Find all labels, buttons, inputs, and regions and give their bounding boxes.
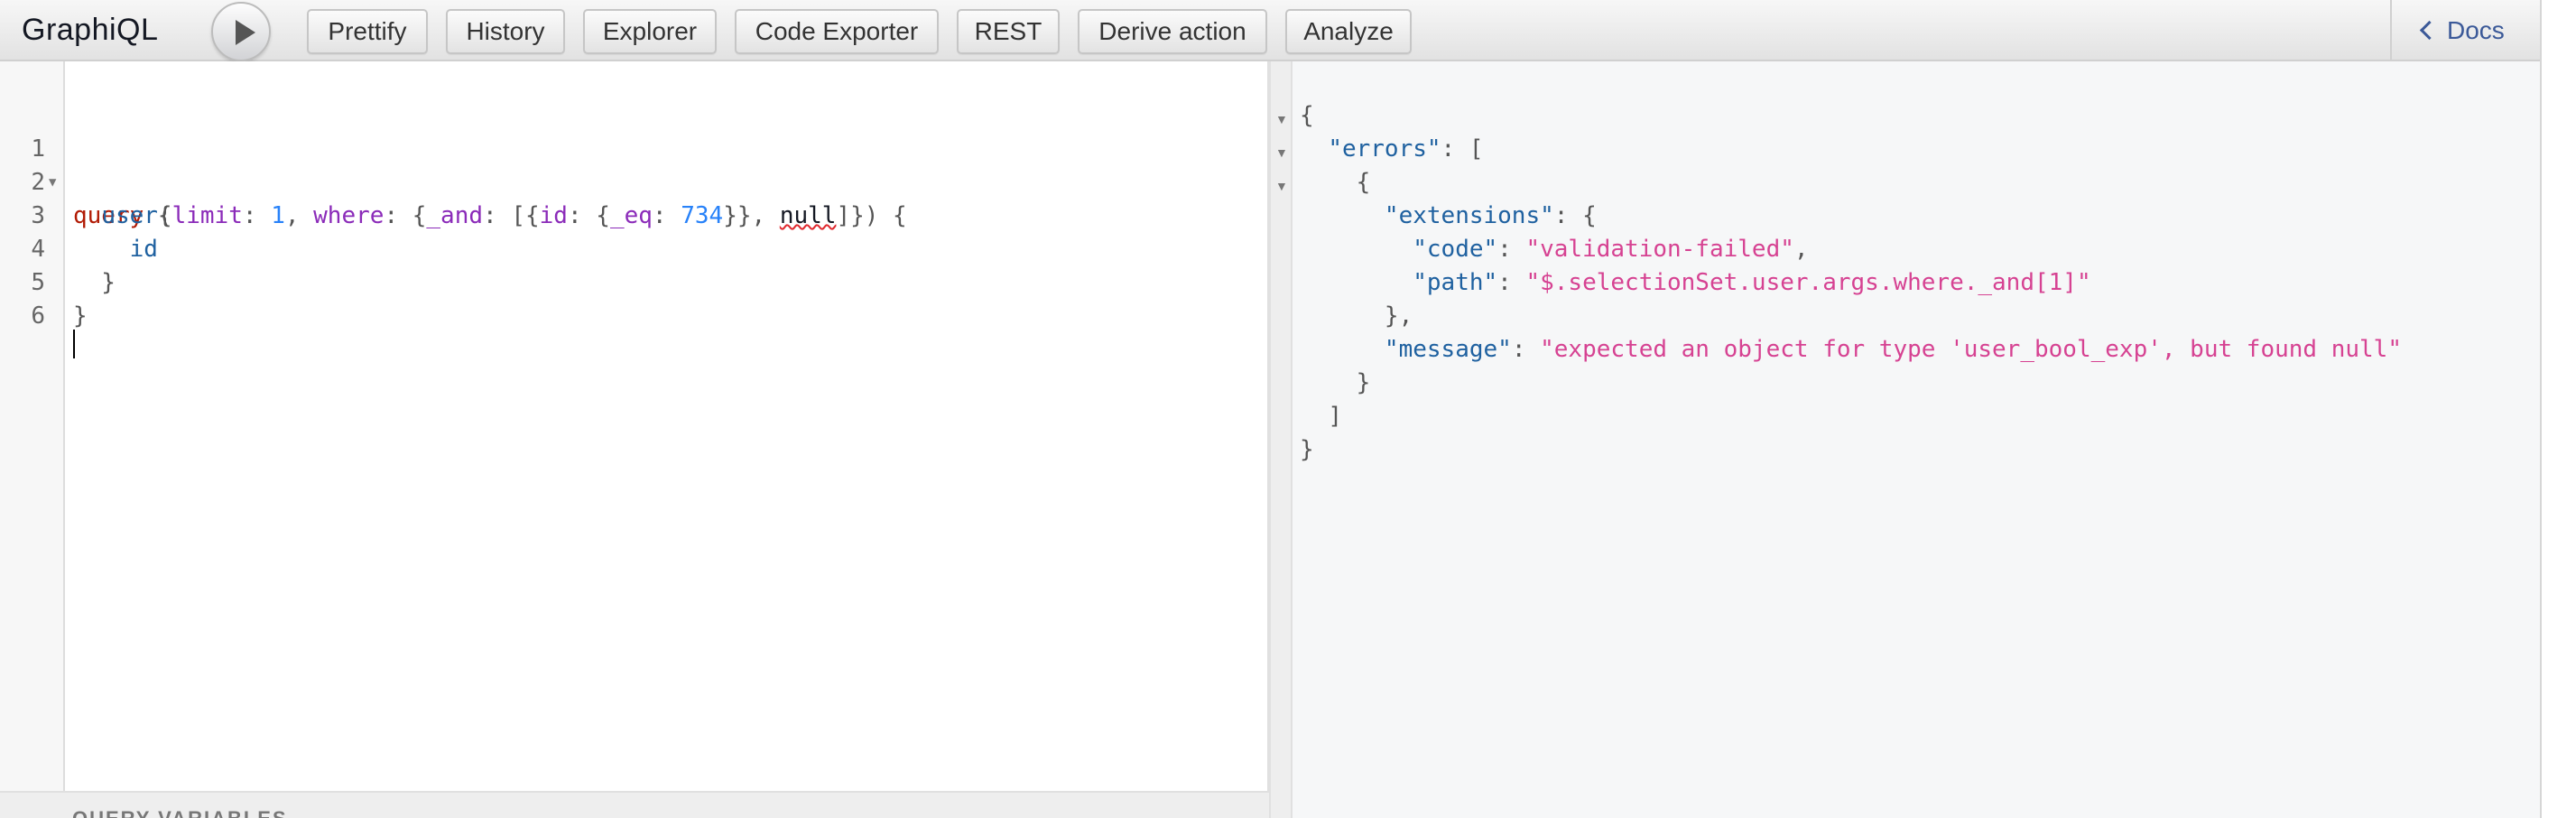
pane-divider[interactable]: ▼ ▼ ▼ (1269, 61, 1293, 818)
result-pane: { "errors": [ { "extensions": { "code": … (1293, 61, 2540, 818)
code-exporter-button[interactable]: Code Exporter (735, 9, 939, 54)
line-number: 6 (31, 302, 45, 330)
explorer-button[interactable]: Explorer (583, 9, 717, 54)
result-line: { (1300, 102, 1314, 129)
prettify-button[interactable]: Prettify (307, 9, 428, 54)
play-icon (236, 20, 255, 45)
text-cursor (73, 330, 75, 358)
result-line: "code": "validation-failed", (1413, 236, 1809, 263)
code-line-5: 5 } (0, 233, 1264, 330)
fold-triangle-icon[interactable]: ▼ (1275, 112, 1288, 126)
result-line: { (1356, 169, 1371, 196)
graphiql-main: GraphiQL Prettify History Explorer Code … (0, 0, 2542, 818)
query-variables-bar[interactable]: QUERY VARIABLES (0, 791, 1269, 818)
toolbar: GraphiQL Prettify History Explorer Code … (0, 0, 2540, 61)
graphiql-app: GraphiQL Prettify History Explorer Code … (0, 0, 2576, 818)
query-variables-label[interactable]: QUERY VARIABLES (72, 807, 288, 818)
result-line: ] (1328, 403, 1342, 430)
code-line-6: 6 (0, 266, 1264, 330)
analyze-button[interactable]: Analyze (1285, 9, 1412, 54)
code-line-1: 1 ▼ query { (0, 99, 1264, 229)
result-line: "path": "$.selectionSet.user.args.where.… (1413, 269, 2091, 296)
result-line: } (1356, 369, 1371, 396)
code-line-3: 3 id (0, 166, 1264, 263)
history-button[interactable]: History (446, 9, 565, 54)
code-line-2: 2 user(limit: 1, where: {_and: [{id: {_e… (0, 133, 1264, 229)
docs-label: Docs (2447, 16, 2505, 44)
fold-triangle-icon[interactable]: ▼ (1275, 179, 1288, 193)
execute-query-button[interactable] (211, 2, 271, 61)
rest-button[interactable]: REST (957, 9, 1060, 54)
code-line-4: 4 } (0, 200, 1264, 296)
derive-action-button[interactable]: Derive action (1078, 9, 1267, 54)
query-editor[interactable]: 1 ▼ query { 2 user(limit: 1, where: {_an… (0, 61, 1269, 791)
fold-triangle-icon[interactable]: ▼ (1275, 145, 1288, 160)
result-line: "errors": [ (1328, 135, 1484, 163)
result-line: } (1300, 436, 1314, 463)
app-title: GraphiQL (22, 13, 159, 47)
result-line: "extensions": { (1384, 202, 1597, 229)
docs-area: Docs (2390, 0, 2540, 61)
chevron-left-icon (2419, 20, 2440, 41)
window-margin (2542, 0, 2576, 818)
docs-link[interactable]: Docs (2419, 16, 2505, 45)
result-line: "message": "expected an object for type … (1384, 336, 2402, 363)
result-line: }, (1384, 302, 1413, 330)
